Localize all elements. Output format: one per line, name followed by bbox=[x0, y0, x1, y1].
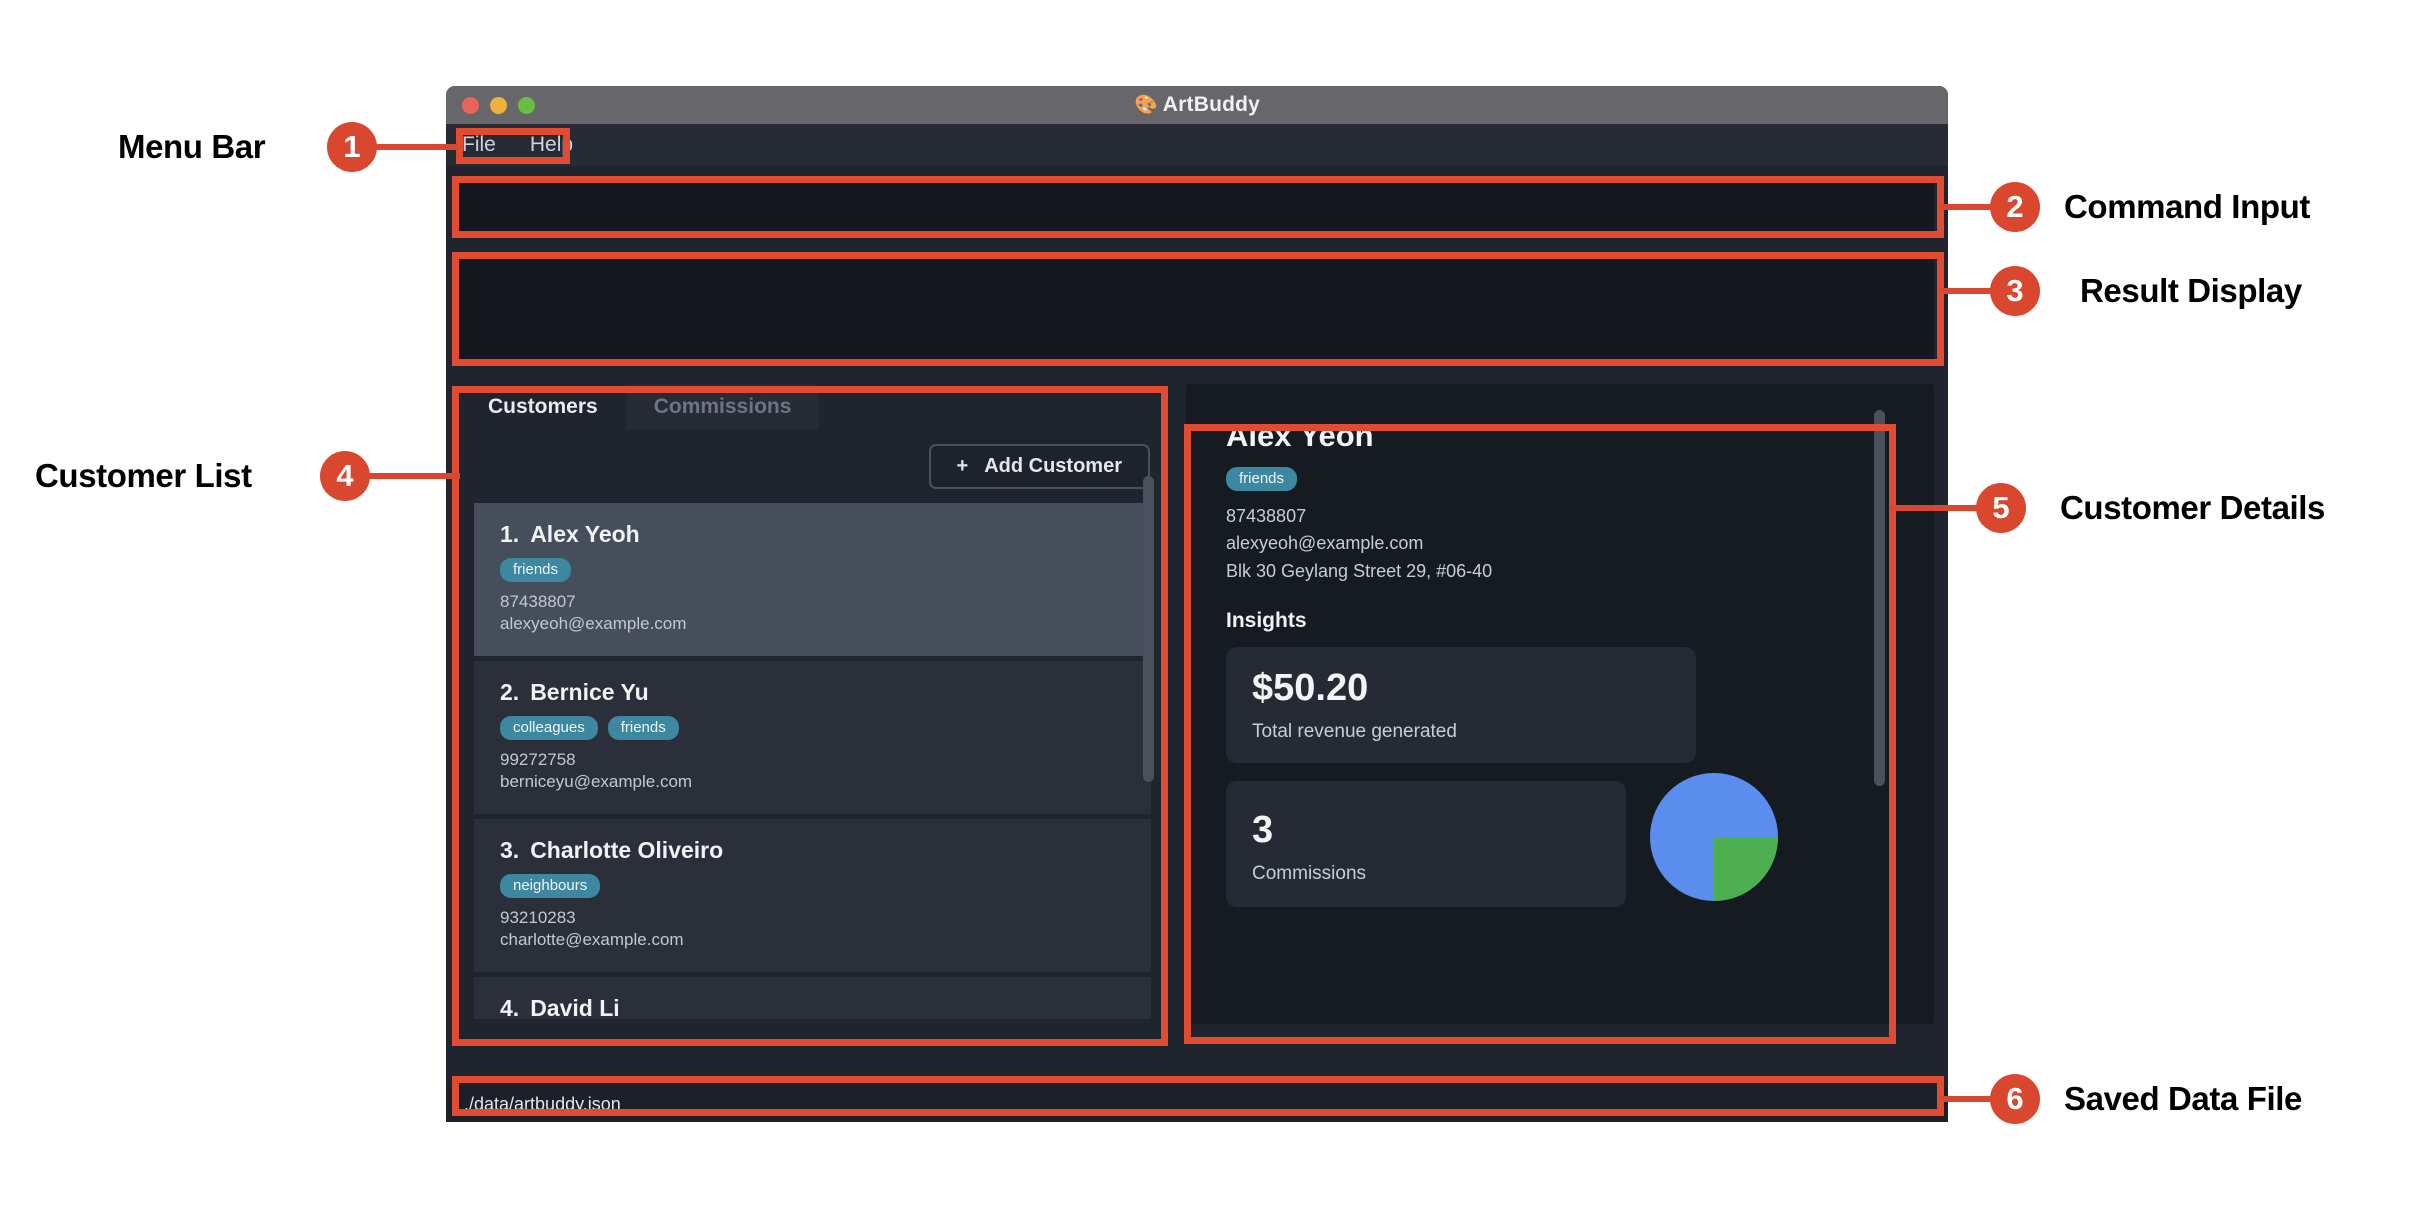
customer-name: Bernice Yu bbox=[530, 678, 649, 705]
revenue-value: $50.20 bbox=[1252, 667, 1369, 710]
annotation-label-3: Result Display bbox=[2080, 272, 2302, 309]
customer-name: David Li bbox=[530, 994, 620, 1019]
plus-icon: + bbox=[956, 455, 969, 477]
annotation-label-1: Menu Bar bbox=[118, 128, 266, 165]
customer-name-row: 2. Bernice Yu bbox=[500, 679, 1125, 706]
revenue-label: Total revenue generated bbox=[1252, 721, 1457, 743]
customer-details-panel: Alex Yeoh friends 87438807 alexyeoh@exam… bbox=[1186, 384, 1934, 1024]
customer-list-scrollbar[interactable] bbox=[1143, 476, 1154, 782]
palette-icon: 🎨 bbox=[1133, 95, 1158, 116]
tag-group: neighbours bbox=[500, 873, 1125, 898]
menu-item-help[interactable]: Help bbox=[530, 133, 573, 157]
customer-list-panel: Customers Commissions + Add Customer 1. … bbox=[460, 384, 1170, 1024]
annotation-label-6: Saved Data File bbox=[2064, 1080, 2302, 1117]
menu-bar: File Help bbox=[446, 124, 1948, 166]
detail-customer-name: Alex Yeoh bbox=[1226, 418, 1374, 453]
list-item[interactable]: 4. David Li bbox=[474, 976, 1151, 1019]
main-content: Customers Commissions + Add Customer 1. … bbox=[460, 384, 1934, 1024]
result-display bbox=[460, 258, 1934, 364]
menu-item-file[interactable]: File bbox=[462, 133, 496, 157]
customer-name: Alex Yeoh bbox=[530, 521, 640, 547]
app-window: 🎨 ArtBuddy File Help Customers Commission… bbox=[446, 86, 1948, 1122]
leader-line-2 bbox=[1940, 204, 1996, 210]
list-index: 1. bbox=[500, 521, 520, 547]
customer-details-scrollbar[interactable] bbox=[1874, 410, 1885, 786]
tab-customers[interactable]: Customers bbox=[460, 384, 626, 430]
leader-line-3 bbox=[1940, 288, 1996, 294]
saved-data-file-path: ./data/artbuddy.json bbox=[464, 1093, 621, 1114]
customer-phone: 87438807 bbox=[500, 592, 576, 611]
customer-name-row: 4. David Li bbox=[500, 995, 1125, 1019]
tag-badge: friends bbox=[607, 715, 679, 740]
list-item[interactable]: 1. Alex Yeoh friends 87438807 alexyeoh@ex… bbox=[474, 503, 1151, 656]
add-customer-button[interactable]: + Add Customer bbox=[928, 444, 1150, 489]
detail-tag-group: friends bbox=[1226, 467, 1894, 491]
detail-phone: 87438807 bbox=[1226, 506, 1307, 526]
customer-cards: 1. Alex Yeoh friends 87438807 alexyeoh@ex… bbox=[474, 503, 1156, 1019]
add-customer-label: Add Customer bbox=[984, 455, 1122, 477]
tag-badge: colleagues bbox=[500, 715, 598, 740]
tab-bar: Customers Commissions bbox=[460, 384, 1170, 430]
customer-email: charlotte@example.com bbox=[500, 930, 684, 950]
window-title-text: ArtBuddy bbox=[1162, 93, 1261, 116]
list-index: 4. bbox=[500, 994, 520, 1019]
tag-badge: friends bbox=[500, 558, 572, 582]
commissions-pie-chart bbox=[1650, 773, 1778, 902]
status-bar: ./data/artbuddy.json bbox=[446, 1086, 1948, 1122]
command-input[interactable] bbox=[460, 182, 1934, 236]
annotated-screenshot: 🎨 ArtBuddy File Help Customers Commission… bbox=[0, 0, 2426, 1208]
leader-line-5 bbox=[1890, 505, 1990, 511]
annotation-label-5: Customer Details bbox=[2060, 489, 2326, 526]
list-index: 3. bbox=[500, 836, 520, 863]
annotation-badge-5: 5 bbox=[1976, 483, 2026, 533]
revenue-card: $50.20 Total revenue generated bbox=[1226, 647, 1696, 764]
tag-group: friends bbox=[500, 558, 1125, 582]
insights-heading: Insights bbox=[1226, 609, 1307, 633]
customer-list-body: + Add Customer 1. Alex Yeoh friends 8743… bbox=[460, 430, 1170, 1024]
detail-email: alexyeoh@example.com bbox=[1226, 533, 1424, 554]
commissions-row: 3 Commissions bbox=[1226, 773, 1894, 908]
annotation-badge-3: 3 bbox=[1990, 266, 2040, 316]
window-titlebar: 🎨 ArtBuddy bbox=[446, 86, 1948, 124]
customer-name: Charlotte Oliveiro bbox=[530, 836, 724, 863]
annotation-badge-4: 4 bbox=[320, 451, 370, 501]
customer-name-row: 1. Alex Yeoh bbox=[500, 521, 1125, 548]
annotation-badge-1: 1 bbox=[327, 122, 377, 172]
list-toolbar: + Add Customer bbox=[474, 444, 1156, 489]
commissions-card: 3 Commissions bbox=[1226, 781, 1626, 908]
tab-commissions[interactable]: Commissions bbox=[625, 384, 820, 430]
customer-email: berniceyu@example.com bbox=[500, 772, 693, 792]
customer-phone: 99272758 bbox=[500, 749, 576, 769]
list-item[interactable]: 2. Bernice Yu colleagues friends 99272758… bbox=[474, 660, 1151, 814]
window-title: 🎨 ArtBuddy bbox=[446, 93, 1948, 117]
list-index: 2. bbox=[500, 678, 520, 705]
leader-line-6 bbox=[1940, 1096, 1996, 1102]
customer-email: alexyeoh@example.com bbox=[500, 614, 687, 634]
tag-badge: friends bbox=[1226, 467, 1298, 491]
annotation-label-2: Command Input bbox=[2064, 188, 2310, 225]
tag-badge: neighbours bbox=[500, 873, 601, 898]
commissions-label: Commissions bbox=[1252, 863, 1367, 885]
tag-group: colleagues friends bbox=[500, 715, 1125, 740]
list-item[interactable]: 3. Charlotte Oliveiro neighbours 93210283… bbox=[474, 818, 1151, 972]
customer-phone: 93210283 bbox=[500, 907, 576, 927]
customer-name-row: 3. Charlotte Oliveiro bbox=[500, 837, 1125, 864]
annotation-badge-6: 6 bbox=[1990, 1074, 2040, 1124]
detail-address: Blk 30 Geylang Street 29, #06-40 bbox=[1226, 560, 1493, 581]
annotation-label-4: Customer List bbox=[35, 457, 252, 494]
annotation-badge-2: 2 bbox=[1990, 182, 2040, 232]
commissions-value: 3 bbox=[1252, 809, 1274, 852]
